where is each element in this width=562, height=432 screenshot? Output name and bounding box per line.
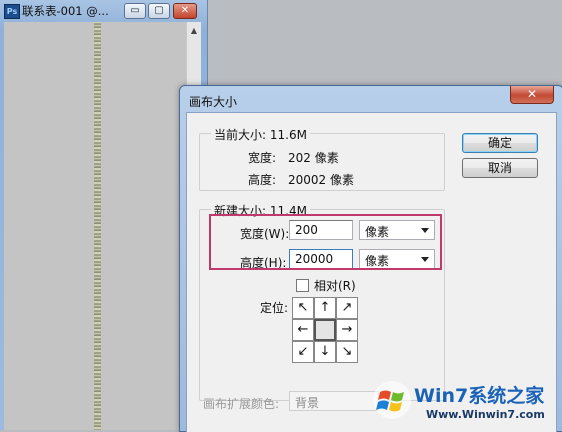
minimize-button[interactable]: ▭ [124,3,146,19]
relative-checkbox[interactable] [296,279,309,292]
relative-label[interactable]: 相对(R) [314,277,356,294]
dialog-close-button[interactable]: ✕ [510,86,554,104]
anchor-top[interactable]: ↑ [314,297,336,319]
width-unit-select[interactable]: 像素 [359,220,435,240]
windows-logo-icon [373,381,411,419]
document-window: Ps 联系表-001 @... ▭ ▢ ✕ ▲ [0,0,208,430]
new-size-legend: 新建大小: 11.4M [211,202,310,219]
close-button[interactable]: ✕ [173,3,197,19]
anchor-label: 定位: [260,301,289,315]
new-width-input[interactable] [289,220,353,240]
new-width-label: 宽度(W): [240,227,290,241]
watermark-title: Win7系统之家 [414,385,545,407]
chevron-down-icon [421,228,429,233]
extension-color-value: 背景 [295,396,320,410]
document-title: 联系表-001 @... [22,4,109,18]
anchor-bottom-right[interactable]: ↘ [336,341,358,363]
current-height-value: 20002 像素 [288,173,354,187]
maximize-button[interactable]: ▢ [148,3,170,19]
extension-color-label: 画布扩展颜色: [203,397,280,411]
ok-button[interactable]: 确定 [462,133,538,153]
current-width-value: 202 像素 [288,151,339,165]
anchor-top-left[interactable]: ↖ [292,297,314,319]
anchor-right[interactable]: → [336,319,358,341]
image-strip [94,22,101,430]
cancel-button[interactable]: 取消 [462,158,538,178]
anchor-grid: ↖ ↑ ↗ ← → ↙ ↓ ↘ [292,297,358,363]
extension-color-select[interactable]: 背景 [289,391,379,411]
scroll-up-arrow-icon[interactable]: ▲ [187,24,201,38]
site-watermark: Win7系统之家 Www.Winwin7.com [370,378,562,430]
current-width-label: 宽度: [248,151,277,165]
current-height-label: 高度: [248,173,277,187]
document-title-bar[interactable]: Ps 联系表-001 @... ▭ ▢ ✕ [0,0,207,22]
document-canvas[interactable] [4,22,200,430]
width-unit-value: 像素 [365,225,390,239]
new-height-label: 高度(H): [240,256,287,270]
chevron-down-icon [421,257,429,262]
dialog-title: 画布大小 [189,95,238,109]
current-size-legend: 当前大小: 11.6M [211,126,310,143]
watermark-url: Www.Winwin7.com [426,408,545,421]
new-height-input[interactable] [289,249,353,269]
photoshop-icon: Ps [4,4,20,19]
anchor-bottom[interactable]: ↓ [314,341,336,363]
anchor-center[interactable] [314,319,336,341]
anchor-bottom-left[interactable]: ↙ [292,341,314,363]
height-unit-value: 像素 [365,254,390,268]
anchor-top-right[interactable]: ↗ [336,297,358,319]
current-size-group: 当前大小: 11.6M 宽度: 202 像素 高度: 20002 像素 [199,126,445,191]
anchor-left[interactable]: ← [292,319,314,341]
height-unit-select[interactable]: 像素 [359,249,435,269]
